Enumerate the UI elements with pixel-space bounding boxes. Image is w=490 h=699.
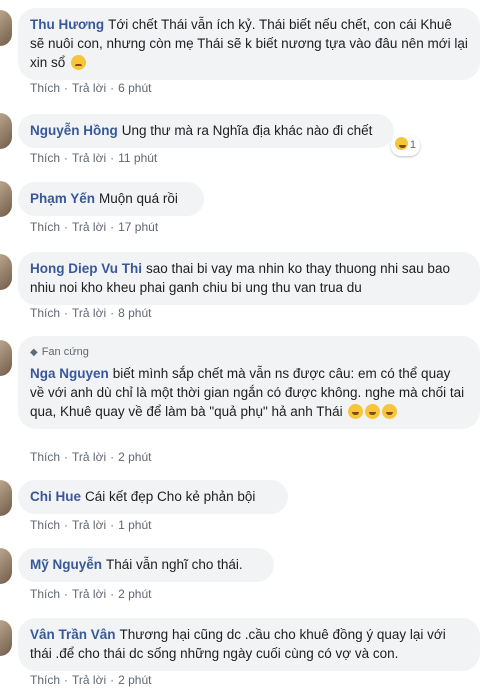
diamond-icon: ◆ — [30, 347, 38, 358]
comment-actions: Thích · Trả lời · 2 phút — [30, 450, 151, 464]
like-link[interactable]: Thích — [30, 220, 60, 234]
comment-time[interactable]: 6 phút — [118, 81, 151, 95]
like-link[interactable]: Thích — [30, 587, 60, 601]
separator: · — [64, 450, 69, 464]
fan-badge: ◆ Fan cứng — [30, 343, 468, 362]
separator: · — [110, 81, 115, 95]
separator: · — [110, 450, 115, 464]
separator: · — [110, 306, 115, 320]
avatar[interactable] — [0, 181, 12, 217]
badge-label: Fan cứng — [41, 346, 89, 358]
separator: · — [64, 518, 69, 532]
comment-bubble: Thu Hương Tới chết Thái vẫn ích kỷ. Thái … — [18, 8, 480, 80]
laughing-face-icon — [382, 404, 398, 419]
laughing-face-icon — [365, 404, 381, 419]
separator: · — [64, 151, 69, 165]
laughing-face-icon — [348, 404, 364, 419]
comment-actions: Thích · Trả lời · 1 phút — [30, 518, 151, 532]
reply-link[interactable]: Trả lời — [72, 306, 106, 320]
comment-text: Muộn quá rồi — [99, 191, 178, 206]
separator: · — [110, 151, 115, 165]
comment-bubble: Chi Hue Cái kết đẹp Cho kẻ phản bội — [18, 480, 288, 514]
commenter-name[interactable]: Hong Diep Vu Thi — [30, 261, 142, 276]
avatar[interactable] — [0, 480, 12, 516]
reply-link[interactable]: Trả lời — [72, 81, 106, 95]
like-link[interactable]: Thích — [30, 450, 60, 464]
separator: · — [64, 220, 69, 234]
comment-actions: Thích · Trả lời · 2 phút — [30, 587, 151, 601]
separator: · — [110, 518, 115, 532]
commenter-name[interactable]: Nga Nguyen — [30, 366, 109, 381]
commenter-name[interactable]: Chi Hue — [30, 489, 81, 504]
separator: · — [64, 81, 69, 95]
comment-time[interactable]: 17 phút — [118, 220, 158, 234]
laughing-face-icon — [394, 137, 408, 150]
separator: · — [64, 306, 69, 320]
comment-actions: Thích · Trả lời · 6 phút — [30, 81, 151, 95]
commenter-name[interactable]: Thu Hương — [30, 17, 104, 32]
avatar[interactable] — [0, 113, 12, 149]
comment-actions: Thích · Trả lời · 17 phút — [30, 220, 158, 234]
separator: · — [64, 587, 69, 601]
comment-time[interactable]: 11 phút — [118, 151, 157, 165]
separator: · — [64, 673, 69, 687]
reply-link[interactable]: Trả lời — [72, 673, 106, 687]
comment-actions: Thích · Trả lời · 8 phút — [30, 306, 151, 320]
separator: · — [110, 220, 115, 234]
comment-actions: Thích · Trả lời · 2 phút — [30, 673, 151, 687]
reaction-count[interactable]: 1 — [390, 135, 420, 156]
comment-text: Ung thư mà ra Nghĩa địa khác nào đi chết — [121, 123, 373, 138]
reply-link[interactable]: Trả lời — [72, 518, 106, 532]
like-link[interactable]: Thích — [30, 81, 60, 95]
avatar[interactable] — [0, 340, 12, 376]
comment-time[interactable]: 2 phút — [118, 450, 151, 464]
comment-bubble: Mỹ Nguyễn Thái vẫn nghĩ cho thái. — [18, 548, 274, 582]
comment-time[interactable]: 2 phút — [118, 673, 151, 687]
comment-bubble: Vân Trần Vân Thương hại cũng dc .cầu cho … — [18, 618, 480, 671]
commenter-name[interactable]: Nguyễn Hồng — [30, 123, 118, 138]
like-link[interactable]: Thích — [30, 518, 60, 532]
commenter-name[interactable]: Vân Trần Vân — [30, 627, 116, 642]
comment-time[interactable]: 2 phút — [118, 587, 151, 601]
like-link[interactable]: Thích — [30, 151, 60, 165]
comment-text: Thái vẫn nghĩ cho thái. — [106, 557, 243, 572]
comment-time[interactable]: 1 phút — [118, 518, 151, 532]
separator: · — [110, 587, 115, 601]
comment-text: Cái kết đẹp Cho kẻ phản bội — [85, 489, 256, 504]
comment-time[interactable]: 8 phút — [118, 306, 151, 320]
sad-face-icon — [71, 55, 87, 70]
avatar[interactable] — [0, 254, 12, 290]
comment-bubble: Hong Diep Vu Thi sao thai bi vay ma nhin … — [18, 252, 480, 305]
commenter-name[interactable]: Mỹ Nguyễn — [30, 557, 102, 572]
avatar[interactable] — [0, 10, 12, 46]
comment-bubble: ◆ Fan cứng Nga Nguyen biết mình sắp chết m… — [18, 336, 480, 429]
like-link[interactable]: Thích — [30, 306, 60, 320]
separator: · — [110, 673, 115, 687]
avatar[interactable] — [0, 548, 12, 584]
comment-actions: Thích · Trả lời · 11 phút — [30, 151, 157, 165]
like-link[interactable]: Thích — [30, 673, 60, 687]
reaction-number: 1 — [409, 139, 416, 151]
reply-link[interactable]: Trả lời — [72, 450, 106, 464]
commenter-name[interactable]: Phạm Yến — [30, 191, 95, 206]
reply-link[interactable]: Trả lời — [72, 587, 106, 601]
comment-bubble: Phạm Yến Muộn quá rồi — [18, 182, 204, 216]
reply-link[interactable]: Trả lời — [72, 151, 106, 165]
avatar[interactable] — [0, 620, 12, 656]
reply-link[interactable]: Trả lời — [72, 220, 106, 234]
comment-bubble: Nguyễn Hồng Ung thư mà ra Nghĩa địa khác … — [18, 114, 420, 156]
